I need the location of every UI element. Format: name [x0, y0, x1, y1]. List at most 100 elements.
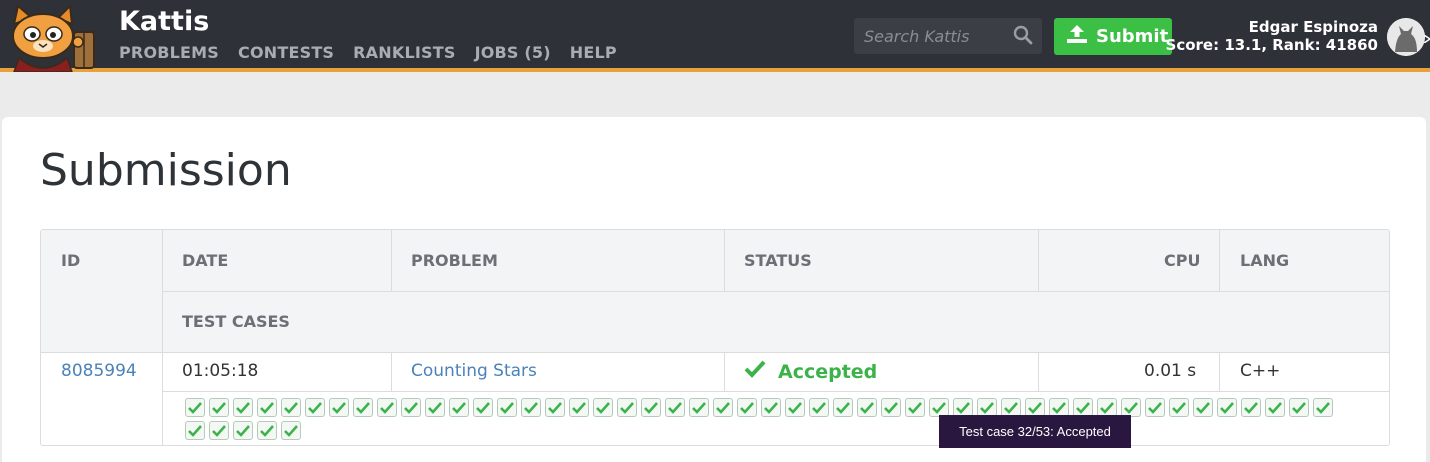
submission-id-link[interactable]: 8085994: [61, 361, 137, 381]
nav-jobs[interactable]: JOBS (5): [475, 43, 551, 62]
check-icon: [380, 401, 394, 414]
problem-link[interactable]: Counting Stars: [411, 361, 537, 381]
test-case-box[interactable]: [809, 398, 829, 417]
content-panel: Submission ID DATE PROBLEM STATUS CPU LA…: [2, 117, 1426, 462]
test-case-box[interactable]: [353, 398, 373, 417]
test-case-box[interactable]: [1289, 398, 1309, 417]
check-icon: [260, 424, 274, 437]
header-test-cases: TEST CASES: [182, 312, 290, 331]
nav-ranklists[interactable]: RANKLISTS: [353, 43, 455, 62]
test-case-box[interactable]: [521, 398, 541, 417]
test-case-box[interactable]: [1313, 398, 1333, 417]
test-case-box[interactable]: [1169, 398, 1189, 417]
check-icon: [1052, 401, 1066, 414]
test-case-box[interactable]: [209, 421, 229, 440]
check-icon: [1172, 401, 1186, 414]
check-icon: [188, 401, 202, 414]
nav-problems[interactable]: PROBLEMS: [119, 43, 219, 62]
check-icon: [1076, 401, 1090, 414]
test-case-box[interactable]: [449, 398, 469, 417]
status-accepted: Accepted: [778, 360, 878, 383]
test-case-box[interactable]: [761, 398, 781, 417]
nav-contests[interactable]: CONTESTS: [238, 43, 334, 62]
divider: [1219, 230, 1220, 291]
check-icon: [1028, 401, 1042, 414]
test-case-box[interactable]: [617, 398, 637, 417]
brand-name[interactable]: Kattis: [119, 6, 209, 37]
test-case-box[interactable]: [1217, 398, 1237, 417]
search-input[interactable]: [854, 18, 1004, 54]
test-case-box[interactable]: [833, 398, 853, 417]
check-icon: [1124, 401, 1138, 414]
submit-button[interactable]: Submit: [1054, 18, 1172, 55]
test-case-box[interactable]: [905, 398, 925, 417]
check-icon: [1220, 401, 1234, 414]
test-case-box[interactable]: [1265, 398, 1285, 417]
kattis-logo[interactable]: [4, 2, 104, 73]
test-case-box[interactable]: [1241, 398, 1261, 417]
test-case-box[interactable]: [281, 421, 301, 440]
check-icon: [1100, 401, 1114, 414]
divider: [162, 291, 1389, 292]
check-icon: [668, 401, 682, 414]
test-case-box[interactable]: [233, 421, 253, 440]
check-icon: [1148, 401, 1162, 414]
test-case-box[interactable]: [401, 398, 421, 417]
test-case-box[interactable]: [641, 398, 661, 417]
test-case-box[interactable]: [569, 398, 589, 417]
divider: [162, 391, 1389, 392]
test-case-box[interactable]: [881, 398, 901, 417]
divider: [1219, 352, 1220, 391]
test-case-box[interactable]: [593, 398, 613, 417]
test-case-box[interactable]: [785, 398, 805, 417]
test-case-box[interactable]: [305, 398, 325, 417]
test-case-box[interactable]: [377, 398, 397, 417]
chevron-down-icon[interactable]: [1423, 28, 1430, 47]
check-icon: [1316, 401, 1330, 414]
test-case-box[interactable]: [209, 398, 229, 417]
check-icon: [1004, 401, 1018, 414]
table-subheader-row: [162, 291, 1389, 352]
upload-icon: [1066, 24, 1088, 49]
check-icon: [236, 424, 250, 437]
test-case-box[interactable]: [473, 398, 493, 417]
submission-date: 01:05:18: [182, 361, 259, 381]
divider: [1038, 230, 1039, 291]
check-icon: [452, 401, 466, 414]
nav-help[interactable]: HELP: [570, 43, 617, 62]
test-case-box[interactable]: [281, 398, 301, 417]
test-case-box[interactable]: [185, 421, 205, 440]
test-case-box[interactable]: [665, 398, 685, 417]
search-icon[interactable]: [1013, 25, 1033, 49]
test-case-box[interactable]: [257, 421, 277, 440]
avatar[interactable]: [1387, 18, 1425, 56]
check-icon: [956, 401, 970, 414]
test-case-box[interactable]: [497, 398, 517, 417]
check-icon: [500, 401, 514, 414]
test-case-tooltip: Test case 32/53: Accepted: [939, 415, 1131, 448]
test-case-box[interactable]: [713, 398, 733, 417]
check-icon: [332, 401, 346, 414]
header-date: DATE: [182, 251, 229, 270]
language: C++: [1240, 361, 1281, 381]
test-case-box[interactable]: [1193, 398, 1213, 417]
divider: [1038, 352, 1039, 391]
check-icon: [1244, 401, 1258, 414]
test-case-box[interactable]: [737, 398, 757, 417]
check-icon: [596, 401, 610, 414]
test-case-box[interactable]: [425, 398, 445, 417]
check-icon: [836, 401, 850, 414]
test-case-box[interactable]: [185, 398, 205, 417]
check-icon: [1268, 401, 1282, 414]
test-case-box[interactable]: [545, 398, 565, 417]
main-nav: PROBLEMS CONTESTS RANKLISTS JOBS (5) HEL…: [119, 43, 617, 62]
test-case-box[interactable]: [689, 398, 709, 417]
test-case-box[interactable]: [329, 398, 349, 417]
test-case-box[interactable]: [233, 398, 253, 417]
test-case-box[interactable]: [257, 398, 277, 417]
check-icon: [236, 401, 250, 414]
test-case-box[interactable]: [857, 398, 877, 417]
test-case-box[interactable]: [1145, 398, 1165, 417]
header-problem: PROBLEM: [411, 251, 498, 270]
user-info[interactable]: Edgar Espinoza Score: 13.1, Rank: 41860: [1166, 18, 1378, 54]
